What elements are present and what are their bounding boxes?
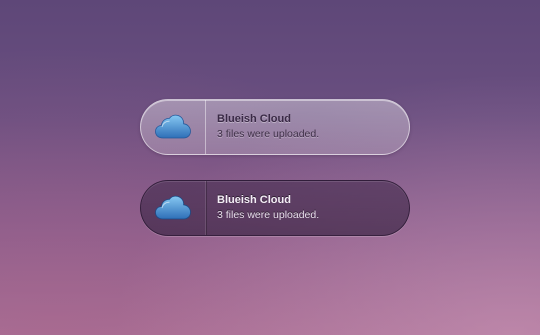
notification-text: Blueish Cloud 3 files were uploaded. <box>206 100 409 154</box>
notification-icon-cell <box>141 100 206 154</box>
notification-title: Blueish Cloud <box>217 113 291 125</box>
notification-light[interactable]: Blueish Cloud 3 files were uploaded. <box>140 99 410 155</box>
notification-message: 3 files were uploaded. <box>217 209 320 221</box>
notification-dark[interactable]: Blueish Cloud 3 files were uploaded. <box>140 180 410 236</box>
notification-text: Blueish Cloud 3 files were uploaded. <box>206 181 409 235</box>
notification-message: 3 files were uploaded. <box>217 128 320 140</box>
notification-icon-cell <box>141 181 206 235</box>
notification-title: Blueish Cloud <box>217 194 291 206</box>
cloud-icon <box>154 195 192 221</box>
cloud-icon <box>154 114 192 140</box>
